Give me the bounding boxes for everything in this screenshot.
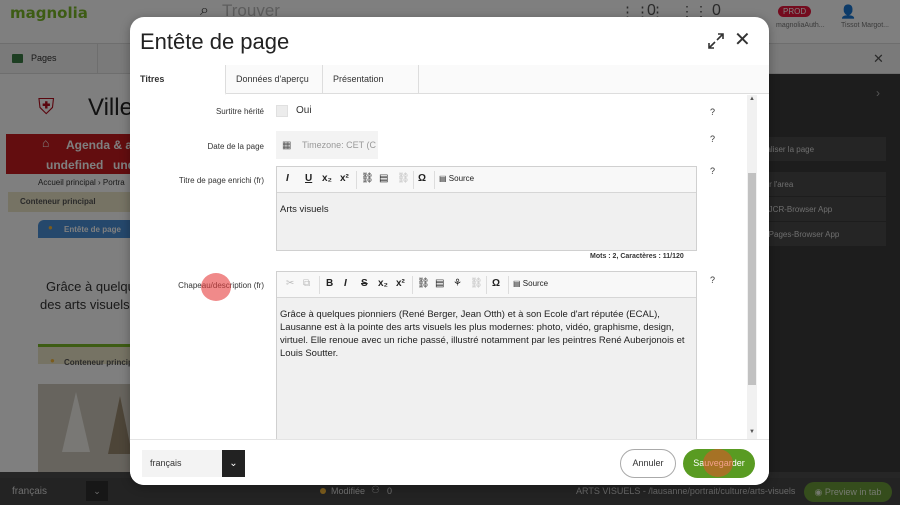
link-icon[interactable]: ⛓: [361, 173, 374, 184]
toolbar-divider: [508, 276, 509, 294]
dialog-tabs: Titres Données d'aperçu Présentation: [130, 65, 769, 95]
toolbar-divider: [412, 276, 413, 294]
anchor-icon[interactable]: ▤: [379, 173, 388, 184]
link-icon[interactable]: ⛓: [417, 278, 430, 289]
toolbar-divider: [356, 171, 357, 189]
help-icon[interactable]: ?: [710, 107, 715, 117]
cancel-button[interactable]: Annuler: [620, 449, 676, 478]
dialog-form: Surtitre hérité Oui ? Date de la page ▦ …: [130, 95, 769, 439]
superscript-button[interactable]: x²: [340, 173, 349, 184]
unlink-icon[interactable]: ⛓: [397, 173, 410, 184]
copy-icon[interactable]: ⧉: [303, 278, 310, 289]
source-button[interactable]: ▤ Source: [439, 174, 474, 183]
scroll-up-icon[interactable]: ▲: [749, 96, 755, 102]
editor-toolbar: I U x₂ x² ⛓ ▤ ⛓ Ω ▤ Source: [277, 167, 696, 193]
word-count: Mots : 2, Caractères : 11/120: [590, 253, 684, 260]
source-button[interactable]: ▤ Source: [513, 279, 548, 288]
strike-button[interactable]: S: [361, 278, 368, 289]
calendar-icon[interactable]: ▦: [282, 140, 291, 151]
toolbar-divider: [319, 276, 320, 294]
special-char-button[interactable]: Ω: [418, 173, 426, 184]
help-icon[interactable]: ?: [710, 166, 715, 176]
page-date-field[interactable]: ▦ Timezone: CET (C: [276, 131, 378, 159]
unlink-icon[interactable]: ⛓: [470, 278, 483, 289]
tab-titres[interactable]: Titres: [130, 65, 226, 95]
toolbar-divider: [413, 171, 414, 189]
superscript-button[interactable]: x²: [396, 278, 405, 289]
toolbar-divider: [434, 171, 435, 189]
help-icon[interactable]: ?: [710, 134, 715, 144]
chevron-down-icon[interactable]: ⌄: [222, 450, 245, 477]
special-char-button[interactable]: Ω: [492, 278, 500, 289]
expand-icon[interactable]: [708, 33, 724, 49]
lead-description-content[interactable]: Grâce à quelques pionniers (René Berger,…: [277, 299, 696, 439]
dialog-title: Entête de page: [140, 29, 290, 54]
cut-icon[interactable]: ✂: [286, 278, 294, 289]
checkbox-label: Oui: [296, 105, 312, 116]
italic-button[interactable]: I: [344, 278, 347, 289]
rich-title-label: Titre de page enrichi (fr): [178, 176, 264, 185]
bold-button[interactable]: B: [326, 278, 333, 289]
subtitle-inherited-checkbox[interactable]: [276, 105, 288, 117]
subscript-button[interactable]: x₂: [322, 173, 332, 184]
underline-button[interactable]: U: [305, 173, 312, 184]
dialog-footer: français ⌄ Annuler Sauvegarder: [130, 439, 769, 485]
lead-description-label: Chapeau/description (fr): [178, 281, 264, 290]
close-icon[interactable]: ✕: [734, 30, 751, 50]
help-icon[interactable]: ?: [710, 275, 715, 285]
tab-donnees-apercu[interactable]: Données d'aperçu: [226, 65, 323, 94]
click-marker: [201, 273, 231, 301]
click-marker: [703, 449, 733, 477]
tab-presentation[interactable]: Présentation: [323, 65, 419, 94]
toolbar-divider: [486, 276, 487, 294]
editor-toolbar: ✂ ⧉ B I S x₂ x² ⛓ ▤ ⚘ ⛓ Ω ▤ Source: [277, 272, 696, 298]
subscript-button[interactable]: x₂: [378, 278, 388, 289]
edit-component-dialog: Entête de page ✕ Titres Données d'aperçu…: [130, 17, 769, 485]
rich-title-content[interactable]: Arts visuels: [277, 194, 696, 250]
anchor-icon[interactable]: ▤: [435, 278, 444, 289]
scrollbar-thumb[interactable]: [748, 173, 756, 385]
page-date-label: Date de la page: [207, 142, 265, 151]
subtitle-inherited-label: Surtitre hérité: [215, 107, 264, 116]
rich-title-editor[interactable]: I U x₂ x² ⛓ ▤ ⛓ Ω ▤ Source Arts visuels: [276, 166, 697, 251]
scroll-down-icon[interactable]: ▼: [749, 429, 755, 435]
asset-link-icon[interactable]: ⚘: [453, 278, 462, 289]
date-placeholder: Timezone: CET (C: [302, 140, 377, 150]
italic-button[interactable]: I: [286, 173, 289, 184]
lead-description-editor[interactable]: ✂ ⧉ B I S x₂ x² ⛓ ▤ ⚘ ⛓ Ω ▤ Source Grâce…: [276, 271, 697, 439]
